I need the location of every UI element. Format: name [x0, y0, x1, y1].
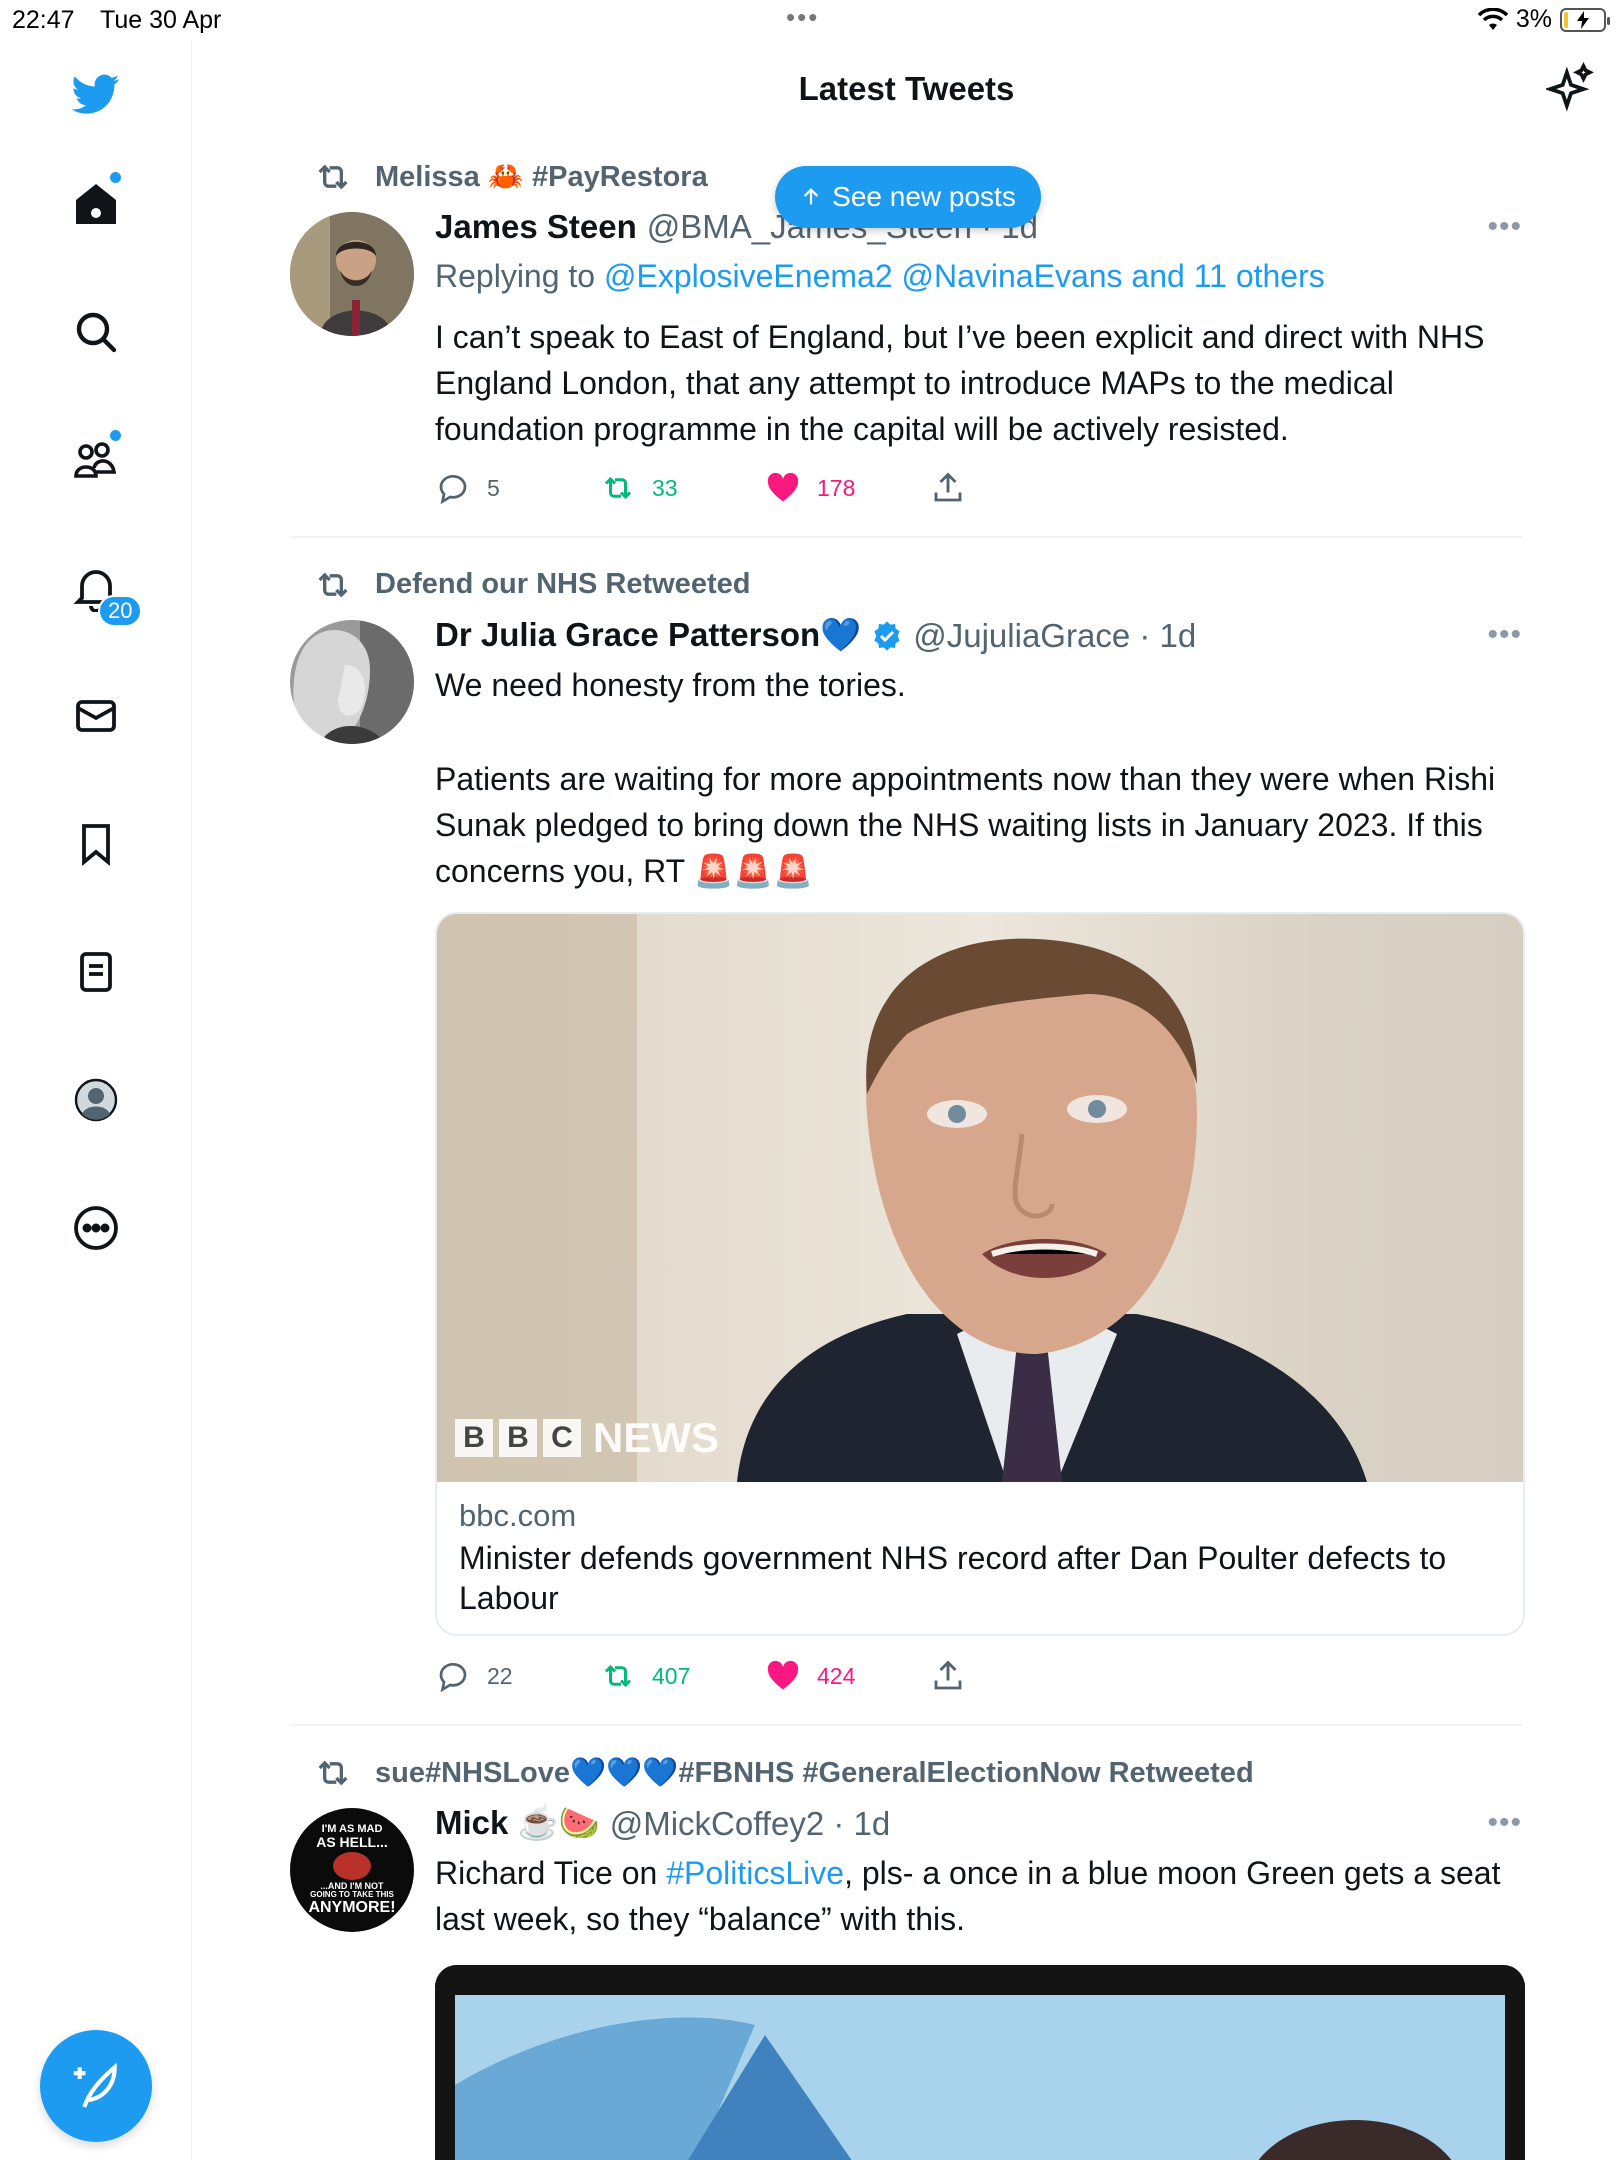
tweet-2[interactable]: Defend our NHS Retweeted Dr Julia Grace … — [290, 568, 1525, 1716]
tweet-text: I can’t speak to East of England, but I’… — [435, 319, 1485, 447]
retweet-icon — [604, 476, 632, 500]
retweet-button[interactable]: 407 — [600, 1658, 765, 1694]
divider — [290, 536, 1522, 538]
retweet-button[interactable]: 33 — [600, 470, 765, 506]
multitasking-dots[interactable]: ••• — [786, 2, 819, 33]
link-card-meta: bbc.com Minister defends government NHS … — [437, 1482, 1523, 1634]
twitter-logo-icon[interactable] — [66, 64, 126, 124]
author-handle[interactable]: @MickCoffey2 · 1d — [610, 1805, 890, 1843]
home-icon[interactable] — [66, 172, 126, 234]
heart-filled-icon — [767, 472, 799, 502]
retweeted-by: Melissa 🦀 #PayRestora — [318, 160, 708, 194]
link-card-image[interactable]: B B C NEWS — [437, 914, 1523, 1482]
share-button[interactable] — [930, 1658, 1095, 1694]
communities-unread-dot — [110, 430, 121, 441]
hashtag-link[interactable]: #PoliticsLive — [666, 1855, 844, 1891]
avatar[interactable]: I'M AS MAD AS HELL... ...AND I'M NOT GOI… — [290, 1808, 414, 1932]
communities-icon[interactable] — [66, 430, 126, 490]
status-date: Tue 30 Apr — [100, 6, 222, 34]
author-line: Mick ☕️🍉 @MickCoffey2 · 1d — [435, 1804, 890, 1843]
bbc-news-watermark: B B C NEWS — [455, 1414, 719, 1462]
arrow-up-icon — [803, 188, 819, 205]
avatar[interactable] — [290, 620, 414, 744]
retweet-small-icon — [318, 572, 348, 597]
verified-badge-icon — [874, 620, 900, 651]
tweet-text-line-2: Patients are waiting for more appointmen… — [435, 761, 1496, 889]
retweet-small-icon — [318, 1760, 348, 1786]
sidebar: 20 — [0, 40, 192, 2160]
link-card[interactable]: B B C NEWS bbc.com Minister defends gove… — [435, 912, 1525, 1636]
retweet-icon — [604, 1664, 632, 1688]
author-name[interactable]: Dr Julia Grace Patterson💙 — [435, 616, 861, 655]
reply-mentions-link[interactable]: @ExplosiveEnema2 @NavinaEvans and 11 oth… — [604, 258, 1325, 294]
author-handle[interactable]: @JujuliaGrace · 1d — [913, 617, 1196, 655]
retweeted-by: Defend our NHS Retweeted — [318, 568, 750, 601]
tweet-actions: 5 33 178 — [435, 470, 1095, 506]
media-preview[interactable] — [435, 1965, 1525, 2160]
like-button[interactable]: 178 — [765, 470, 930, 506]
messages-icon[interactable] — [66, 686, 126, 746]
more-options-button[interactable]: ••• — [1487, 618, 1522, 652]
retweet-small-icon — [318, 164, 348, 190]
reply-button[interactable]: 22 — [435, 1658, 600, 1694]
wifi-icon — [1477, 7, 1508, 30]
reply-button[interactable]: 5 — [435, 470, 600, 506]
home-unread-dot — [110, 172, 121, 183]
sparkle-icon[interactable] — [1546, 62, 1596, 112]
search-icon[interactable] — [66, 302, 126, 362]
battery-percent: 3% — [1515, 5, 1552, 33]
retweeted-by: sue#NHSLove💙💙💙#FBNHS #GeneralElectionNow… — [318, 1756, 1254, 1790]
tweet-actions: 22 407 424 — [435, 1658, 1095, 1694]
compose-feather-icon — [73, 2062, 117, 2108]
tweet-text-line-1: We need honesty from the tories. — [435, 667, 906, 703]
share-icon — [934, 1660, 962, 1690]
reply-icon — [439, 475, 467, 505]
notifications-badge: 20 — [98, 595, 143, 627]
author-name[interactable]: James Steen — [435, 208, 637, 246]
status-right: 3% — [1477, 5, 1610, 34]
avatar[interactable] — [290, 212, 414, 336]
author-line: Dr Julia Grace Patterson💙 @JujuliaGrace … — [435, 616, 1196, 655]
share-button[interactable] — [930, 470, 1095, 506]
divider — [290, 1724, 1522, 1726]
bookmarks-icon[interactable] — [66, 814, 126, 874]
link-card-title: Minister defends government NHS record a… — [459, 1540, 1447, 1616]
author-name[interactable]: Mick ☕️🍉 — [435, 1804, 600, 1843]
like-button[interactable]: 424 — [765, 1658, 930, 1694]
more-options-button[interactable]: ••• — [1487, 1806, 1522, 1840]
battery-icon — [1560, 7, 1610, 32]
reply-icon — [439, 1663, 467, 1693]
lists-icon[interactable] — [66, 942, 126, 1002]
share-icon — [934, 472, 962, 502]
see-new-posts-button[interactable]: See new posts — [775, 166, 1041, 228]
tweet-text: Richard Tice on #PoliticsLive, pls- a on… — [435, 1855, 1501, 1937]
page-title: Latest Tweets — [798, 70, 1015, 107]
more-icon[interactable] — [66, 1198, 126, 1258]
status-time: 22:47 — [12, 6, 75, 34]
link-card-domain: bbc.com — [459, 1498, 577, 1533]
profile-icon[interactable] — [66, 1070, 126, 1130]
more-options-button[interactable]: ••• — [1487, 210, 1522, 244]
compose-tweet-button[interactable] — [40, 2030, 152, 2142]
replying-to: Replying to @ExplosiveEnema2 @NavinaEvan… — [435, 258, 1325, 294]
heart-filled-icon — [767, 1660, 799, 1690]
status-bar: 22:47 Tue 30 Apr ••• 3% — [0, 0, 1620, 40]
